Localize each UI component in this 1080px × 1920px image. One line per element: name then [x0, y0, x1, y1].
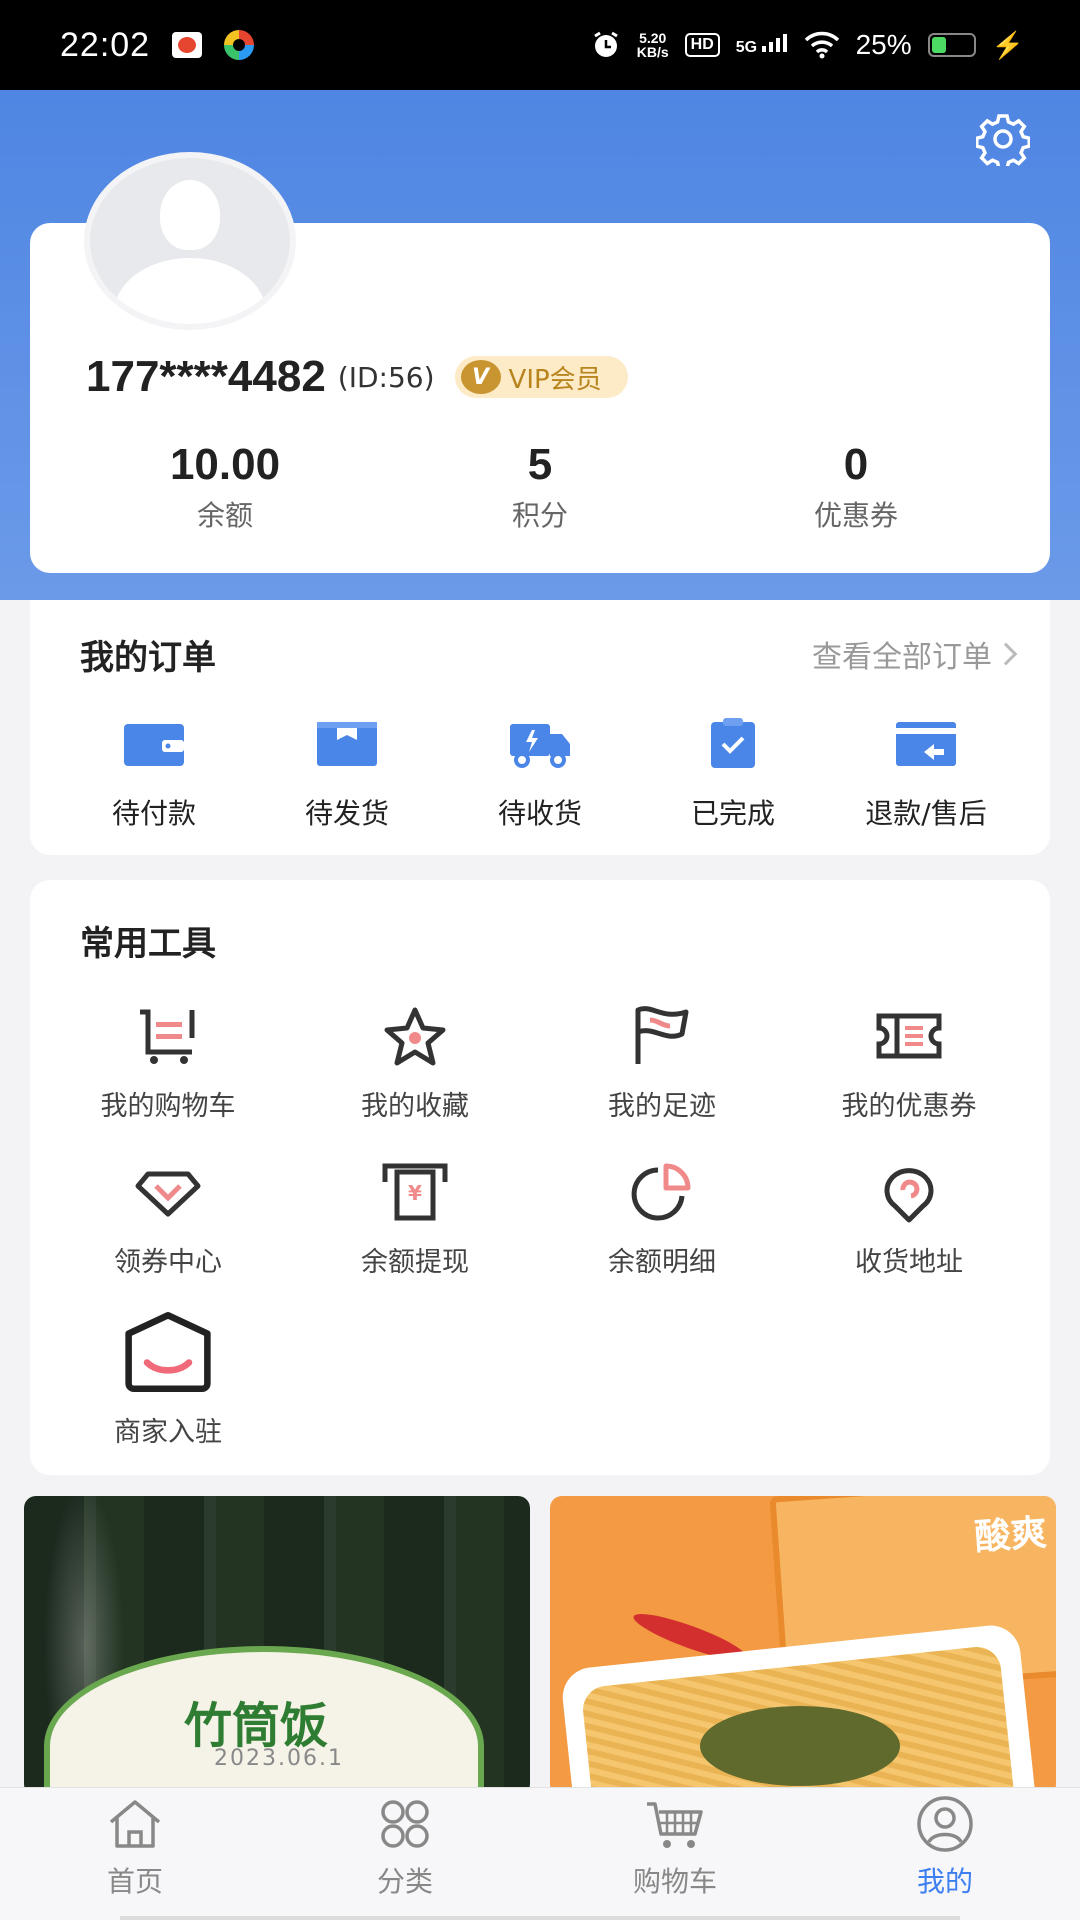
order-pending-receipt[interactable]: 待收货 [450, 718, 630, 832]
notification-app-icon [172, 32, 203, 58]
product-card[interactable]: 酸爽 [550, 1496, 1056, 1796]
signal-5g: 5G [736, 33, 788, 57]
product-card[interactable]: 竹筒饭 2023.06.1 [24, 1496, 530, 1796]
stat-coupons[interactable]: 0 优惠券 [746, 440, 966, 534]
order-pending-payment[interactable]: 待付款 [64, 718, 244, 832]
user-phone: 177****4482 [86, 352, 326, 401]
product-date: 2023.06.1 [214, 1746, 344, 1771]
tool-my-footprints[interactable]: 我的足迹 [552, 1004, 772, 1123]
diamond-icon [135, 1171, 201, 1217]
wifi-icon [804, 31, 839, 59]
signal-bars-icon [761, 33, 787, 52]
tool-label: 余额提现 [361, 1247, 469, 1278]
product-title: 酸爽 [973, 1512, 1049, 1559]
status-time: 22:02 [60, 25, 151, 64]
pie-icon [631, 1163, 691, 1221]
tool-merchant-join[interactable]: 商家入驻 [58, 1310, 278, 1449]
refund-icon [896, 722, 956, 766]
tab-category[interactable]: 分类 [325, 1796, 485, 1900]
stat-label: 优惠券 [813, 499, 898, 532]
star-icon [384, 1007, 446, 1066]
noodle-topping [700, 1706, 900, 1786]
wallet-icon [124, 724, 184, 766]
home-indicator [120, 1916, 960, 1920]
vip-label: VIP会员 [508, 364, 602, 395]
tool-my-cart[interactable]: 我的购物车 [58, 1004, 278, 1123]
charging-icon: ⚡ [991, 29, 1024, 60]
shop-icon [125, 1311, 211, 1393]
profile-icon [917, 1796, 973, 1852]
tab-label: 购物车 [632, 1865, 717, 1898]
order-pending-shipment[interactable]: 待发货 [257, 718, 437, 832]
svg-text:¥: ¥ [408, 1181, 422, 1205]
tool-my-coupons[interactable]: 我的优惠券 [799, 1004, 1019, 1123]
tab-label: 分类 [376, 1865, 433, 1898]
stat-label: 积分 [511, 499, 568, 532]
cart-tab-icon [647, 1802, 703, 1848]
stat-label: 余额 [196, 499, 253, 532]
orders-title: 我的订单 [80, 638, 216, 678]
tool-label: 我的优惠券 [841, 1091, 977, 1122]
tool-label: 我的购物车 [100, 1091, 236, 1122]
order-item-label: 已完成 [690, 797, 775, 830]
tab-label: 首页 [106, 1865, 163, 1898]
tool-label: 我的足迹 [608, 1091, 716, 1122]
battery-icon [927, 33, 976, 57]
tool-balance-details[interactable]: 余额明细 [552, 1160, 772, 1279]
tab-cart[interactable]: 购物车 [595, 1796, 755, 1900]
user-id: (ID:56) [337, 360, 435, 394]
category-icon [381, 1800, 429, 1848]
flag-icon [635, 1006, 689, 1064]
tab-profile[interactable]: 我的 [865, 1796, 1025, 1900]
order-completed[interactable]: 已完成 [643, 718, 823, 832]
tool-label: 我的收藏 [361, 1091, 469, 1122]
tool-my-favorites[interactable]: 我的收藏 [305, 1004, 525, 1123]
ticket-icon [876, 1013, 942, 1059]
tool-balance-withdraw[interactable]: ¥ 余额提现 [305, 1160, 525, 1279]
tool-label: 收货地址 [855, 1247, 963, 1278]
withdraw-icon: ¥ [382, 1163, 448, 1221]
tool-label: 商家入驻 [114, 1417, 222, 1448]
notification-app-icon-2 [224, 30, 255, 60]
order-item-label: 待付款 [111, 797, 196, 830]
cart-icon [140, 1009, 195, 1064]
tool-label: 领券中心 [114, 1247, 222, 1278]
order-refund[interactable]: 退款/售后 [836, 718, 1016, 832]
tool-label: 余额明细 [608, 1247, 716, 1278]
alarm-icon [593, 31, 618, 57]
tool-shipping-address[interactable]: 收货地址 [799, 1160, 1019, 1279]
stat-value: 5 [527, 440, 553, 489]
truck-icon [510, 724, 570, 768]
home-icon [109, 1800, 161, 1848]
my-orders-card: 我的订单 查看全部订单 待付款 待发货 待收货 已完成 退款/售后 [30, 600, 1050, 855]
status-bar: 22:02 5.20 KB/s HD 5G 25% ⚡ [0, 0, 1080, 90]
order-item-label: 待收货 [497, 797, 582, 830]
order-item-label: 待发货 [304, 797, 389, 830]
box-icon [317, 722, 377, 766]
clipboard-check-icon [711, 718, 755, 768]
stat-balance[interactable]: 10.00 余额 [115, 440, 335, 534]
tools-title: 常用工具 [80, 924, 216, 964]
stat-value: 0 [843, 440, 869, 489]
view-all-orders-link[interactable]: 查看全部订单 [812, 632, 1018, 676]
net-speed: 5.20 KB/s [636, 30, 669, 60]
bottom-tab-bar: 首页 分类 购物车 我的 [0, 1787, 1080, 1920]
settings-gear-icon[interactable] [976, 112, 1030, 166]
tab-home[interactable]: 首页 [55, 1796, 215, 1900]
stat-value: 10.00 [169, 440, 281, 489]
vip-icon: V [460, 360, 501, 394]
account-stats: 10.00 余额 5 积分 0 优惠券 [30, 440, 1050, 550]
stat-points[interactable]: 5 积分 [430, 440, 650, 534]
hd-badge: HD [684, 33, 720, 57]
common-tools-card: 常用工具 我的购物车 我的收藏 我的足迹 我的优惠券 领券中心 ¥ 余额提现 余… [30, 880, 1050, 1475]
user-info-row: 177****4482 (ID:56) V VIP会员 [86, 352, 628, 402]
tool-coupon-center[interactable]: 领券中心 [58, 1160, 278, 1279]
battery-percent: 25% [855, 29, 912, 60]
chevron-right-icon [994, 642, 1018, 666]
location-icon [884, 1168, 934, 1223]
tab-label: 我的 [916, 1865, 973, 1898]
vip-badge[interactable]: V VIP会员 [454, 356, 628, 398]
avatar[interactable] [84, 152, 296, 330]
order-item-label: 退款/售后 [865, 797, 987, 830]
